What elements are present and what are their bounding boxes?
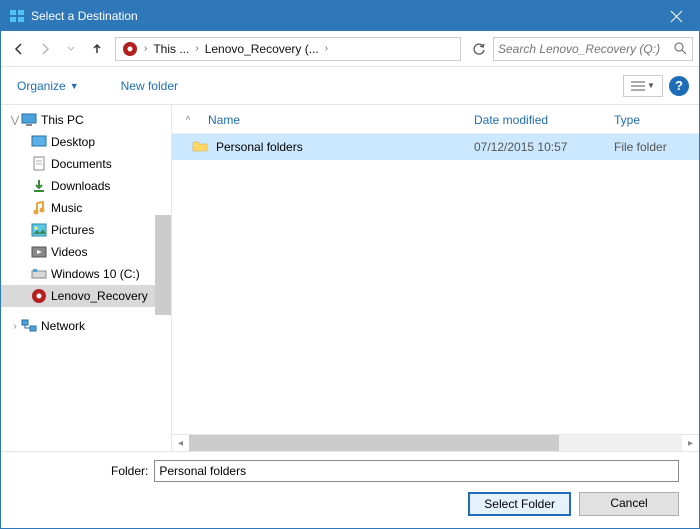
breadcrumb-item[interactable]: This ... <box>149 38 193 60</box>
folder-input[interactable] <box>154 460 679 482</box>
navigation-tree: ⋁ This PC Desktop Documents Downloads Mu… <box>1 105 171 451</box>
file-row[interactable]: Personal folders 07/12/2015 10:57 File f… <box>172 134 699 160</box>
tree-item-thispc[interactable]: ⋁ This PC <box>1 109 171 131</box>
search-input[interactable] <box>498 42 672 56</box>
tree-item-windows-drive[interactable]: Windows 10 (C:) <box>1 263 171 285</box>
tree-item-recovery-drive[interactable]: Lenovo_Recovery <box>1 285 171 307</box>
tree-item-videos[interactable]: Videos <box>1 241 171 263</box>
tree-item-desktop[interactable]: Desktop <box>1 131 171 153</box>
pc-icon <box>21 112 37 128</box>
desktop-icon <box>31 134 47 150</box>
select-folder-button[interactable]: Select Folder <box>468 492 571 516</box>
recovery-drive-icon <box>31 288 47 304</box>
tree-item-network[interactable]: › Network <box>1 315 171 337</box>
scroll-track[interactable] <box>189 435 682 452</box>
drive-icon <box>31 266 47 282</box>
forward-button[interactable] <box>33 37 57 61</box>
breadcrumb-item[interactable]: Lenovo_Recovery (... <box>201 38 323 60</box>
tree-item-downloads[interactable]: Downloads <box>1 175 171 197</box>
file-type: File folder <box>614 140 689 154</box>
organize-menu[interactable]: Organize▼ <box>11 75 85 97</box>
column-headers: ˄ Name Date modified Type <box>172 105 699 134</box>
back-button[interactable] <box>7 37 31 61</box>
column-date[interactable]: Date modified <box>474 113 614 127</box>
scroll-right-icon[interactable]: ▸ <box>682 435 699 452</box>
help-button[interactable]: ? <box>669 76 689 96</box>
content-area: ⋁ This PC Desktop Documents Downloads Mu… <box>1 105 699 451</box>
network-icon <box>21 318 37 334</box>
button-row: Select Folder Cancel <box>11 492 689 520</box>
app-icon <box>9 8 25 24</box>
scroll-left-icon[interactable]: ◂ <box>172 435 189 452</box>
file-list: ˄ Name Date modified Type Personal folde… <box>171 105 699 451</box>
column-type[interactable]: Type <box>614 113 689 127</box>
chevron-right-icon[interactable]: › <box>142 43 149 54</box>
recent-dropdown[interactable] <box>59 37 83 61</box>
navigation-bar: › This ... › Lenovo_Recovery (... › <box>1 31 699 67</box>
horizontal-scrollbar[interactable]: ◂ ▸ <box>172 434 699 451</box>
search-icon[interactable] <box>672 41 688 57</box>
dialog-window: Select a Destination › This ... › Lenovo… <box>0 0 700 529</box>
tree-scrollbar[interactable] <box>155 215 171 315</box>
search-box[interactable] <box>493 37 693 61</box>
dialog-footer: Folder: Select Folder Cancel <box>1 451 699 528</box>
refresh-button[interactable] <box>467 37 491 61</box>
window-title: Select a Destination <box>31 9 654 23</box>
view-options-button[interactable]: ▼ <box>623 75 663 97</box>
titlebar: Select a Destination <box>1 1 699 31</box>
downloads-icon <box>31 178 47 194</box>
toolbar: Organize▼ New folder ▼ ? <box>1 67 699 105</box>
videos-icon <box>31 244 47 260</box>
documents-icon <box>31 156 47 172</box>
chevron-right-icon[interactable]: › <box>193 43 200 54</box>
up-button[interactable] <box>85 37 109 61</box>
sort-indicator-icon[interactable]: ˄ <box>182 113 194 127</box>
folder-input-row: Folder: <box>11 460 689 482</box>
folder-label: Folder: <box>111 464 148 478</box>
close-button[interactable] <box>654 1 699 31</box>
scroll-thumb[interactable] <box>189 435 559 452</box>
drive-icon <box>118 38 142 60</box>
new-folder-button[interactable]: New folder <box>115 75 184 97</box>
column-name[interactable]: Name <box>194 113 474 127</box>
chevron-right-icon[interactable]: › <box>323 43 330 54</box>
music-icon <box>31 200 47 216</box>
tree-item-pictures[interactable]: Pictures <box>1 219 171 241</box>
tree-item-music[interactable]: Music <box>1 197 171 219</box>
expand-icon[interactable]: › <box>9 320 21 332</box>
file-name: Personal folders <box>216 140 474 154</box>
tree-item-documents[interactable]: Documents <box>1 153 171 175</box>
chevron-down-icon: ▼ <box>70 81 79 91</box>
file-date: 07/12/2015 10:57 <box>474 140 614 154</box>
chevron-down-icon: ▼ <box>647 81 655 90</box>
folder-icon <box>192 139 210 155</box>
pictures-icon <box>31 222 47 238</box>
collapse-icon[interactable]: ⋁ <box>9 114 21 126</box>
address-bar[interactable]: › This ... › Lenovo_Recovery (... › <box>115 37 461 61</box>
cancel-button[interactable]: Cancel <box>579 492 679 516</box>
